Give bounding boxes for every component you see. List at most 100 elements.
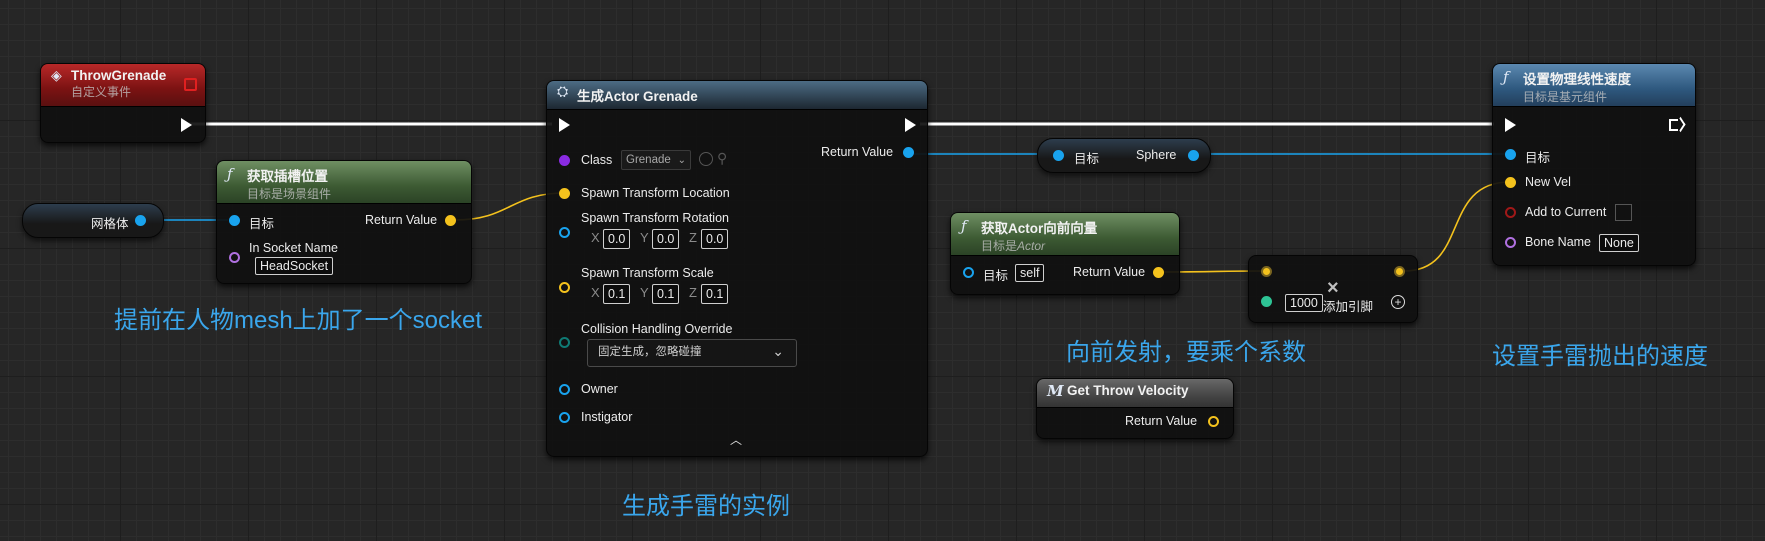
rotation-x-input[interactable]: 0.0: [603, 229, 631, 249]
set-velocity-subtitle: 目标是基元组件: [1523, 90, 1608, 104]
forward-vector-subtitle-prefix: 目标是: [981, 239, 1018, 253]
forward-vector-subtitle-class: Actor: [1017, 239, 1046, 253]
set-velocity-exec-in-pin[interactable]: [1505, 118, 1516, 132]
add-to-current-pin[interactable]: [1505, 207, 1516, 218]
get-socket-header: ƒ 获取插槽位置 目标是场景组件: [217, 161, 471, 204]
add-pin-icon[interactable]: +: [1391, 295, 1405, 309]
add-to-current-label: Add to Current: [1525, 205, 1607, 219]
get-velocity-return-pin[interactable]: [1208, 416, 1219, 427]
class-label: Class: [581, 153, 613, 167]
set-velocity-exec-out-pin[interactable]: [1669, 119, 1678, 131]
set-velocity-target-pin[interactable]: [1505, 149, 1516, 160]
socket-return-pin[interactable]: [445, 215, 456, 226]
socket-return-label: Return Value: [365, 213, 438, 227]
socket-name-input[interactable]: HeadSocket: [255, 257, 334, 275]
multiply-a-pin[interactable]: [1261, 266, 1272, 277]
scale-z-input[interactable]: 0.1: [701, 284, 729, 304]
collision-dropdown-value: 固定生成，忽略碰撞: [598, 346, 702, 358]
multiply-factor-input[interactable]: 1000: [1285, 294, 1323, 312]
add-to-current-checkbox[interactable]: [1615, 204, 1632, 221]
multiply-b-pin[interactable]: [1261, 296, 1272, 307]
get-throw-velocity-node[interactable]: M Get Throw Velocity Return Value: [1036, 378, 1234, 439]
sphere-component-label: Sphere: [1136, 148, 1177, 162]
rotation-x-axis: X: [591, 230, 600, 245]
spawn-exec-in-pin[interactable]: [559, 118, 570, 132]
function-icon: ƒ: [1503, 68, 1509, 86]
spawn-return-pin[interactable]: [903, 147, 914, 158]
spawn-return-label: Return Value: [821, 145, 894, 159]
forward-comment: 向前发射，要乘个系数: [1066, 339, 1306, 366]
get-velocity-return-label: Return Value: [1125, 414, 1198, 428]
throw-grenade-event-node[interactable]: ◈ ThrowGrenade 自定义事件: [40, 63, 206, 143]
mesh-out-pin[interactable]: [135, 215, 146, 226]
browse-icon[interactable]: [699, 152, 713, 166]
chevron-down-icon: ⌄: [677, 155, 686, 166]
rotation-pin[interactable]: [559, 227, 570, 238]
scale-x-input[interactable]: 0.1: [603, 284, 631, 304]
event-exec-out-pin[interactable]: [181, 118, 192, 132]
collision-pin[interactable]: [559, 337, 570, 348]
socket-name-label: In Socket Name: [249, 241, 338, 255]
location-pin[interactable]: [559, 188, 570, 199]
sphere-out-pin[interactable]: [1188, 150, 1199, 161]
forward-vector-subtitle: 目标是Actor: [981, 237, 1169, 254]
spawn-actor-node[interactable]: ⛭ 生成Actor Grenade Class Grenade ⌄ ⚲ Retu…: [546, 80, 928, 457]
forward-vector-title: 获取Actor向前向量: [981, 221, 1098, 236]
forward-target-input[interactable]: self: [1015, 264, 1045, 282]
get-socket-title: 获取插槽位置: [247, 169, 328, 184]
search-icon[interactable]: ⚲: [717, 150, 727, 167]
class-dropdown-value: Grenade: [626, 154, 671, 166]
rotation-label: Spawn Transform Rotation: [581, 211, 729, 225]
bone-name-pin[interactable]: [1505, 237, 1516, 248]
sphere-component-node[interactable]: 目标 Sphere: [1037, 138, 1211, 173]
new-vel-pin[interactable]: [1505, 177, 1516, 188]
spawn-exec-out-pin[interactable]: [905, 118, 916, 132]
rotation-z-axis: Z: [689, 230, 697, 245]
scale-y-input[interactable]: 0.1: [652, 284, 680, 304]
scale-z-axis: Z: [689, 285, 697, 300]
forward-return-label: Return Value: [1073, 265, 1146, 279]
event-delegate-pin[interactable]: [184, 78, 197, 91]
event-header: ◈ ThrowGrenade 自定义事件: [41, 64, 205, 107]
owner-label: Owner: [581, 382, 618, 396]
get-socket-subtitle: 目标是场景组件: [247, 187, 332, 201]
forward-target-pin[interactable]: [963, 267, 974, 278]
socket-target-label: 目标: [249, 217, 275, 231]
add-pin-label[interactable]: 添加引脚: [1323, 296, 1373, 315]
class-pin[interactable]: [559, 155, 570, 166]
bone-name-input[interactable]: None: [1599, 234, 1639, 252]
socket-comment: 提前在人物mesh上加了一个socket: [114, 307, 483, 334]
rotation-y-input[interactable]: 0.0: [652, 229, 680, 249]
get-socket-location-node[interactable]: ƒ 获取插槽位置 目标是场景组件 目标 Return Value In Sock…: [216, 160, 472, 284]
get-throw-velocity-header: M Get Throw Velocity: [1037, 379, 1233, 408]
scale-y-axis: Y: [640, 285, 649, 300]
socket-target-pin[interactable]: [229, 215, 240, 226]
scale-pin[interactable]: [559, 282, 570, 293]
spawn-actor-header: ⛭ 生成Actor Grenade: [547, 81, 927, 110]
sphere-target-pin[interactable]: [1053, 150, 1064, 161]
class-dropdown[interactable]: Grenade ⌄: [621, 150, 691, 170]
rotation-y-axis: Y: [640, 230, 649, 245]
get-forward-vector-node[interactable]: ƒ 获取Actor向前向量 目标是Actor 目标 self Return Va…: [950, 212, 1180, 295]
spawn-icon: ⛭: [557, 84, 569, 100]
forward-vector-header: ƒ 获取Actor向前向量 目标是Actor: [951, 213, 1179, 256]
socket-name-pin[interactable]: [229, 252, 240, 263]
scale-x-axis: X: [591, 285, 600, 300]
rotation-z-input[interactable]: 0.0: [701, 229, 729, 249]
new-vel-label: New Vel: [1525, 175, 1571, 189]
mesh-variable-label: 网格体: [91, 217, 129, 231]
collision-dropdown[interactable]: 固定生成，忽略碰撞 ⌄: [587, 339, 797, 367]
spawn-comment: 生成手雷的实例: [622, 493, 790, 520]
set-linear-velocity-node[interactable]: ƒ 设置物理线性速度 目标是基元组件 目标 New Vel Add to Cur…: [1492, 63, 1696, 266]
mesh-variable-node[interactable]: 网格体: [22, 203, 164, 238]
forward-target-label: 目标: [983, 269, 1009, 283]
multiply-node[interactable]: × 1000 添加引脚 +: [1248, 255, 1418, 323]
multiply-out-pin[interactable]: [1394, 266, 1405, 277]
chevron-up-icon[interactable]: ︿: [730, 431, 742, 448]
instigator-pin[interactable]: [559, 412, 570, 423]
forward-return-pin[interactable]: [1153, 267, 1164, 278]
event-subtitle: 自定义事件: [71, 85, 132, 99]
set-velocity-header: ƒ 设置物理线性速度 目标是基元组件: [1493, 64, 1695, 107]
owner-pin[interactable]: [559, 384, 570, 395]
location-label: Spawn Transform Location: [581, 186, 730, 200]
